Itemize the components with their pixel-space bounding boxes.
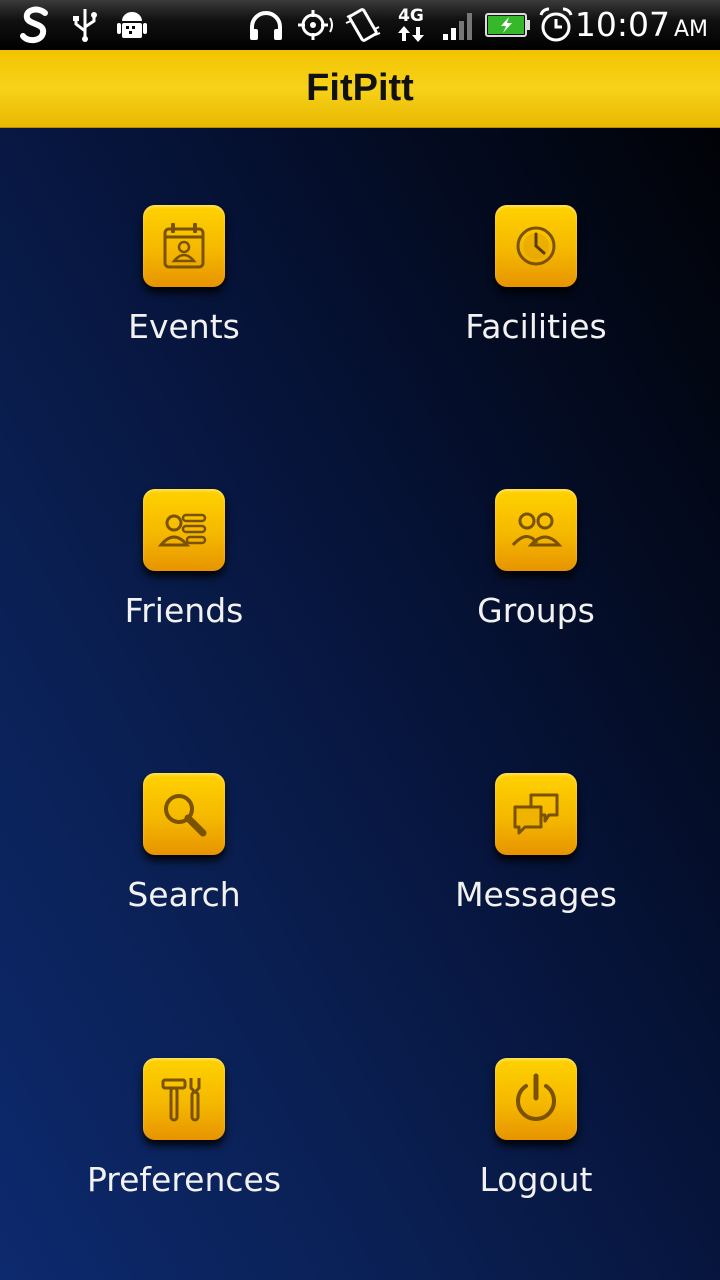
menu-label: Facilities xyxy=(465,307,607,346)
menu-events[interactable]: Events xyxy=(34,205,334,385)
messages-button[interactable] xyxy=(495,773,577,855)
main-menu-grid: Events Facilities Friends Groups Search … xyxy=(0,127,720,1280)
search-button[interactable] xyxy=(143,773,225,855)
title-bar: FitPitt xyxy=(0,50,720,128)
network-4g-icon: 4G xyxy=(388,5,434,45)
status-bar: 4G 10:07 AM xyxy=(0,0,720,50)
menu-label: Messages xyxy=(455,875,617,914)
menu-label: Preferences xyxy=(86,1160,282,1199)
preferences-button[interactable] xyxy=(143,1058,225,1140)
menu-label: Search xyxy=(127,875,241,914)
network-type-label: 4G xyxy=(398,6,424,26)
menu-label: Logout xyxy=(479,1160,593,1199)
groups-button[interactable] xyxy=(495,489,577,571)
usb-icon xyxy=(68,5,102,45)
friends-button[interactable] xyxy=(143,489,225,571)
tools-icon xyxy=(161,1078,201,1122)
clock: 10:07 AM xyxy=(575,4,708,46)
battery-charging-icon xyxy=(484,5,532,45)
clock-time: 10:07 xyxy=(574,5,670,44)
clock-icon xyxy=(516,226,556,266)
headphones-icon xyxy=(246,5,286,45)
logout-button[interactable] xyxy=(495,1058,577,1140)
menu-logout[interactable]: Logout xyxy=(386,1058,686,1238)
gps-icon xyxy=(295,5,337,45)
menu-label: Groups xyxy=(477,591,595,630)
signal-icon xyxy=(440,5,478,45)
menu-messages[interactable]: Messages xyxy=(386,773,686,953)
chat-bubbles-icon xyxy=(513,793,559,835)
android-debug-icon xyxy=(112,5,152,45)
menu-friends[interactable]: Friends xyxy=(34,489,334,669)
app-s-icon xyxy=(14,5,58,45)
vibrate-icon xyxy=(343,5,383,45)
facilities-button[interactable] xyxy=(495,205,577,287)
app-title: FitPitt xyxy=(306,67,414,109)
power-icon xyxy=(516,1073,556,1121)
menu-facilities[interactable]: Facilities xyxy=(386,205,686,385)
events-button[interactable] xyxy=(143,205,225,287)
menu-search[interactable]: Search xyxy=(34,773,334,953)
menu-groups[interactable]: Groups xyxy=(386,489,686,669)
menu-preferences[interactable]: Preferences xyxy=(34,1058,334,1238)
groups-icon xyxy=(511,512,563,547)
menu-label: Friends xyxy=(124,591,244,630)
alarm-icon xyxy=(536,5,576,45)
friends-list-icon xyxy=(157,513,207,547)
calendar-person-icon xyxy=(163,223,205,269)
menu-label: Events xyxy=(128,307,240,346)
clock-ampm: AM xyxy=(673,17,708,42)
magnifier-icon xyxy=(164,794,207,837)
